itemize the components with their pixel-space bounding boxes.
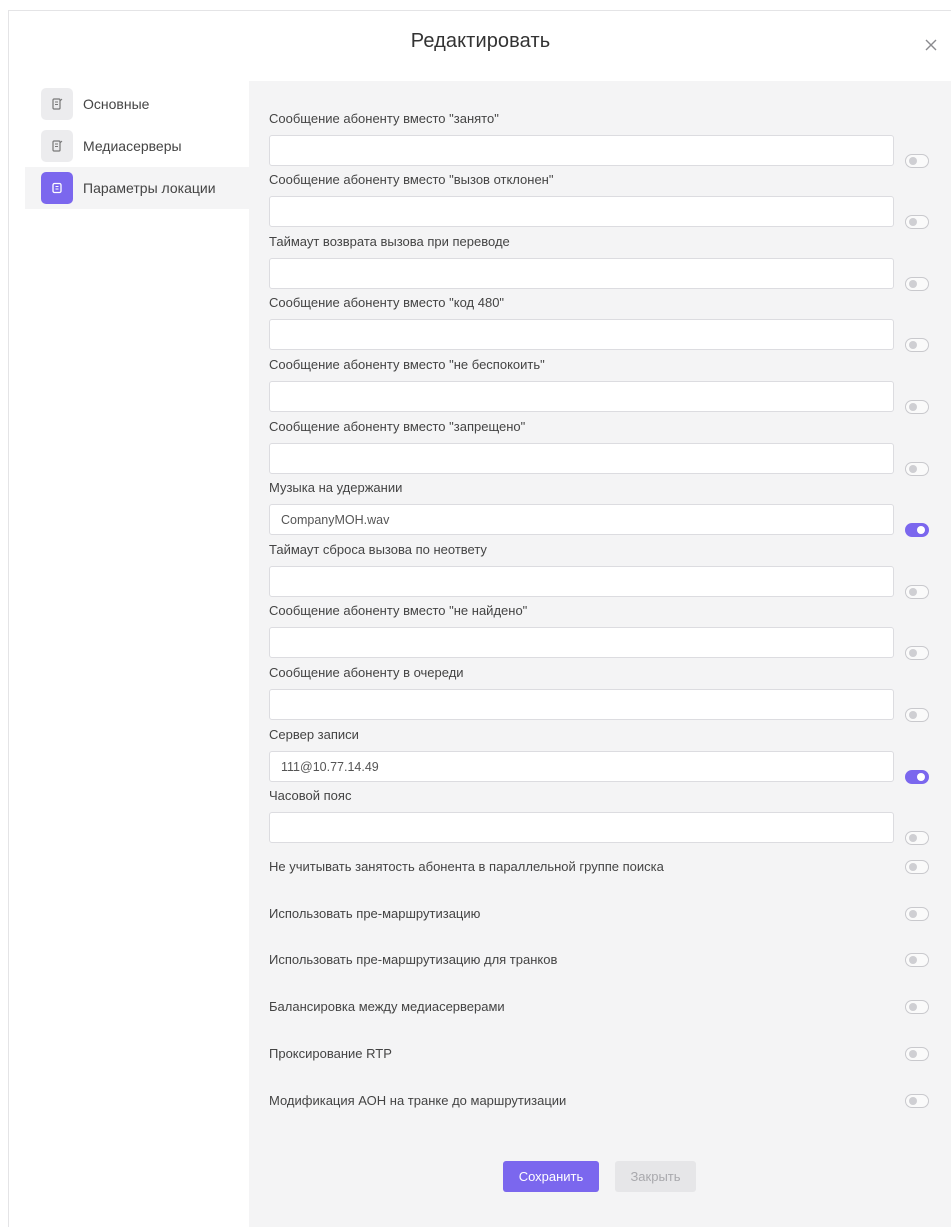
field-label: Музыка на удержании — [269, 480, 403, 495]
field-forbidden-message: Сообщение абоненту вместо "запрещено" — [269, 419, 933, 476]
switch-label: Использовать пре-маршрутизацию для транк… — [269, 952, 558, 967]
close-icon[interactable] — [923, 37, 939, 53]
field-label: Сообщение абоненту вместо "запрещено" — [269, 419, 526, 434]
rejected-message-input[interactable] — [269, 196, 894, 227]
save-button[interactable]: Сохранить — [503, 1161, 599, 1192]
field-label: Таймаут сброса вызова по неответу — [269, 542, 487, 557]
not-found-message-toggle[interactable] — [905, 646, 929, 660]
queue-message-input[interactable] — [269, 689, 894, 720]
field-transfer-return-timeout: Таймаут возврата вызова при переводе — [269, 234, 933, 291]
recording-server-toggle[interactable] — [905, 770, 929, 784]
music-on-hold-toggle[interactable] — [905, 523, 929, 537]
document-icon — [41, 88, 73, 120]
field-label: Сообщение абоненту вместо "не беспокоить… — [269, 357, 545, 372]
field-recording-server: Сервер записи — [269, 727, 933, 784]
no-answer-timeout-input[interactable] — [269, 566, 894, 597]
field-label: Сообщение абоненту вместо "не найдено" — [269, 603, 528, 618]
sidebar-item-label: Параметры локации — [83, 180, 216, 196]
switch-label: Не учитывать занятость абонента в паралл… — [269, 859, 664, 874]
sidebar-item-label: Основные — [83, 96, 150, 112]
music-on-hold-input[interactable] — [269, 504, 894, 535]
field-rejected-message: Сообщение абоненту вместо "вызов отклоне… — [269, 172, 933, 229]
switch-label: Балансировка между медиасерверами — [269, 999, 505, 1014]
close-button[interactable]: Закрыть — [615, 1161, 696, 1192]
field-not-found-message: Сообщение абоненту вместо "не найдено" — [269, 603, 933, 660]
document-icon — [41, 130, 73, 162]
document-icon — [41, 172, 73, 204]
forbidden-message-toggle[interactable] — [905, 462, 929, 476]
field-timezone: Часовой пояс — [269, 788, 933, 845]
switch-label: Проксирование RTP — [269, 1046, 392, 1061]
pre-routing-trunks-toggle[interactable] — [905, 953, 929, 967]
sidebar-item-location-params[interactable]: Параметры локации — [25, 167, 249, 209]
media-balancing-toggle[interactable] — [905, 1000, 929, 1014]
edit-modal: Редактировать Основные Медиасерверы Пара… — [8, 10, 951, 1227]
parallel-busy-toggle[interactable] — [905, 860, 929, 874]
busy-message-input[interactable] — [269, 135, 894, 166]
aon-modification-toggle[interactable] — [905, 1094, 929, 1108]
busy-message-toggle[interactable] — [905, 154, 929, 168]
rejected-message-toggle[interactable] — [905, 215, 929, 229]
settings-panel: Сообщение абоненту вместо "занято" Сообщ… — [249, 81, 951, 1227]
sidebar-nav: Основные Медиасерверы Параметры локации — [25, 83, 249, 209]
switch-row-rtp-proxy: Проксирование RTP — [269, 1044, 933, 1064]
field-code-480-message: Сообщение абоненту вместо "код 480" — [269, 295, 933, 352]
transfer-return-timeout-toggle[interactable] — [905, 277, 929, 291]
dnd-message-toggle[interactable] — [905, 400, 929, 414]
field-label: Часовой пояс — [269, 788, 352, 803]
code-480-message-input[interactable] — [269, 319, 894, 350]
rtp-proxy-toggle[interactable] — [905, 1047, 929, 1061]
no-answer-timeout-toggle[interactable] — [905, 585, 929, 599]
field-label: Сообщение абоненту в очереди — [269, 665, 464, 680]
field-label: Сообщение абоненту вместо "занято" — [269, 111, 499, 126]
switch-label: Модификация АОН на транке до маршрутизац… — [269, 1093, 567, 1108]
code-480-message-toggle[interactable] — [905, 338, 929, 352]
switch-row-pre-routing: Использовать пре-маршрутизацию — [269, 904, 933, 924]
field-busy-message: Сообщение абоненту вместо "занято" — [269, 111, 933, 168]
modal-title: Редактировать — [410, 30, 551, 52]
field-music-on-hold: Музыка на удержании — [269, 480, 933, 537]
forbidden-message-input[interactable] — [269, 443, 894, 474]
switch-row-media-balancing: Балансировка между медиасерверами — [269, 997, 933, 1017]
field-dnd-message: Сообщение абоненту вместо "не беспокоить… — [269, 357, 933, 414]
queue-message-toggle[interactable] — [905, 708, 929, 722]
not-found-message-input[interactable] — [269, 627, 894, 658]
field-label: Сообщение абоненту вместо "вызов отклоне… — [269, 172, 554, 187]
field-label: Сообщение абоненту вместо "код 480" — [269, 295, 505, 310]
timezone-input[interactable] — [269, 812, 894, 843]
field-queue-message: Сообщение абоненту в очереди — [269, 665, 933, 722]
switch-row-pre-routing-trunks: Использовать пре-маршрутизацию для транк… — [269, 950, 933, 970]
switch-row-aon-modification: Модификация АОН на транке до маршрутизац… — [269, 1091, 933, 1111]
field-no-answer-timeout: Таймаут сброса вызова по неответу — [269, 542, 933, 599]
timezone-toggle[interactable] — [905, 831, 929, 845]
field-label: Сервер записи — [269, 727, 359, 742]
field-label: Таймаут возврата вызова при переводе — [269, 234, 510, 249]
sidebar-item-label: Медиасерверы — [83, 138, 182, 154]
sidebar-item-main[interactable]: Основные — [25, 83, 249, 125]
switch-row-parallel-busy: Не учитывать занятость абонента в паралл… — [269, 857, 933, 877]
transfer-return-timeout-input[interactable] — [269, 258, 894, 289]
sidebar-item-media-servers[interactable]: Медиасерверы — [25, 125, 249, 167]
dnd-message-input[interactable] — [269, 381, 894, 412]
recording-server-input[interactable] — [269, 751, 894, 782]
switch-label: Использовать пре-маршрутизацию — [269, 906, 481, 921]
pre-routing-toggle[interactable] — [905, 907, 929, 921]
